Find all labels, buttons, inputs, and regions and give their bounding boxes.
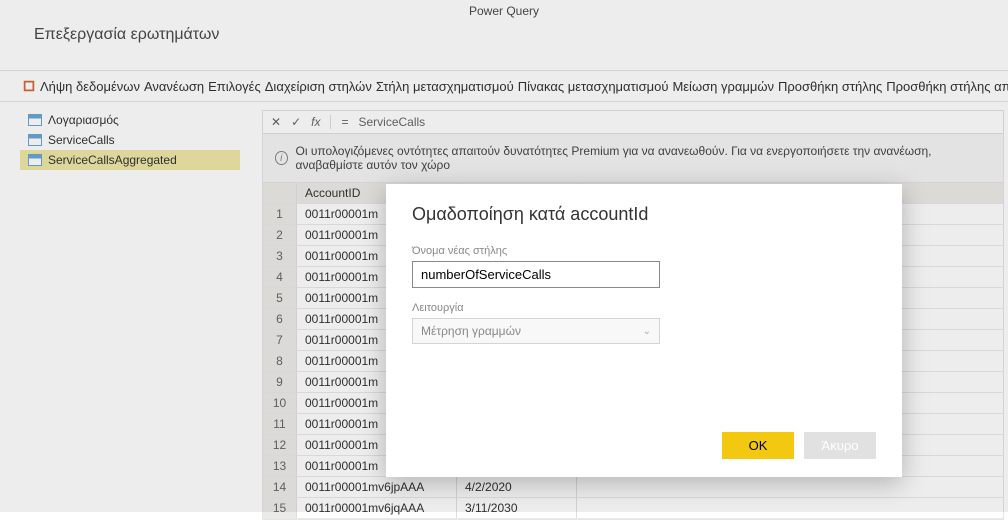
query-item-service-calls[interactable]: ServiceCalls xyxy=(20,130,240,150)
commit-formula-icon[interactable]: ✓ xyxy=(291,115,301,129)
toolbar: Λήψη δεδομένων Ανανέωση Επιλογές Διαχείρ… xyxy=(0,70,1008,102)
row-number: 1 xyxy=(263,204,297,224)
toolbar-add-column-from[interactable]: Προσθήκη στήλης από xyxy=(886,79,1008,94)
new-column-label: Όνομα νέας στήλης xyxy=(412,245,876,257)
new-column-input[interactable] xyxy=(412,261,660,288)
row-number: 13 xyxy=(263,456,297,476)
cell-accountid: 0011r00001mv6jpAAA xyxy=(297,477,457,497)
chevron-down-icon: ⌄ xyxy=(643,326,651,337)
get-data-icon xyxy=(22,79,36,93)
row-number: 10 xyxy=(263,393,297,413)
query-label: ServiceCalls xyxy=(48,133,115,147)
query-item-service-calls-aggregated[interactable]: ServiceCallsAggregated xyxy=(20,150,240,170)
toolbar-add-column[interactable]: Προσθήκη στήλης xyxy=(778,79,882,94)
cell-date: 3/11/2030 xyxy=(457,498,577,518)
query-label: Λογαριασμός xyxy=(48,113,119,127)
formula-bar[interactable]: ✕ ✓ fx = ServiceCalls xyxy=(262,110,1004,134)
row-number: 6 xyxy=(263,309,297,329)
row-number: 3 xyxy=(263,246,297,266)
table-icon xyxy=(28,114,42,126)
row-number: 14 xyxy=(263,477,297,497)
operation-select[interactable]: Μέτρηση γραμμών ⌄ xyxy=(412,318,660,344)
queries-panel: Λογαριασμός ServiceCalls ServiceCallsAgg… xyxy=(20,110,240,170)
cancel-button[interactable]: Άκυρο xyxy=(804,432,876,459)
query-label: ServiceCallsAggregated xyxy=(48,153,177,167)
toolbar-refresh[interactable]: Ανανέωση xyxy=(144,79,204,94)
table-icon xyxy=(28,134,42,146)
cell-date: 4/2/2020 xyxy=(457,477,577,497)
warning-bar: i Οι υπολογιζόμενες οντότητες απαιτούν δ… xyxy=(262,134,1004,183)
toolbar-transform-column[interactable]: Στήλη μετασχηματισμού xyxy=(376,79,514,94)
info-icon: i xyxy=(275,151,288,165)
toolbar-options[interactable]: Επιλογές xyxy=(208,79,261,94)
toolbar-reduce-rows[interactable]: Μείωση γραμμών xyxy=(672,79,774,94)
row-number: 5 xyxy=(263,288,297,308)
query-item-account[interactable]: Λογαριασμός xyxy=(20,110,240,130)
warning-text: Οι υπολογιζόμενες οντότητες απαιτούν δυν… xyxy=(296,144,991,172)
app-title: Power Query xyxy=(469,4,539,18)
toolbar-transform-table[interactable]: Πίνακας μετασχηματισμού xyxy=(518,79,669,94)
operation-selected: Μέτρηση γραμμών xyxy=(421,324,521,338)
ok-button[interactable]: OK xyxy=(722,432,794,459)
row-number: 7 xyxy=(263,330,297,350)
table-row[interactable]: 150011r00001mv6jqAAA3/11/2030 xyxy=(263,498,1003,519)
section-title: Επεξεργασία ερωτημάτων xyxy=(34,26,219,44)
table-icon xyxy=(28,154,42,166)
table-row[interactable]: 140011r00001mv6jpAAA4/2/2020 xyxy=(263,477,1003,498)
row-number: 11 xyxy=(263,414,297,434)
group-by-dialog: Ομαδοποίηση κατά accountId Όνομα νέας στ… xyxy=(386,184,902,477)
toolbar-manage-columns[interactable]: Διαχείριση στηλών xyxy=(265,79,372,94)
row-number: 12 xyxy=(263,435,297,455)
formula-text[interactable]: ServiceCalls xyxy=(358,115,425,129)
fx-icon: fx xyxy=(311,115,320,129)
cell-accountid: 0011r00001mv6jqAAA xyxy=(297,498,457,518)
equals: = xyxy=(330,115,348,129)
row-number-header xyxy=(263,183,297,203)
operation-label: Λειτουργία xyxy=(412,302,876,314)
toolbar-get-data[interactable]: Λήψη δεδομένων xyxy=(40,79,140,94)
dialog-title: Ομαδοποίηση κατά accountId xyxy=(412,204,876,225)
row-number: 9 xyxy=(263,372,297,392)
row-number: 15 xyxy=(263,498,297,518)
row-number: 4 xyxy=(263,267,297,287)
row-number: 8 xyxy=(263,351,297,371)
cancel-formula-icon[interactable]: ✕ xyxy=(271,115,281,129)
row-number: 2 xyxy=(263,225,297,245)
